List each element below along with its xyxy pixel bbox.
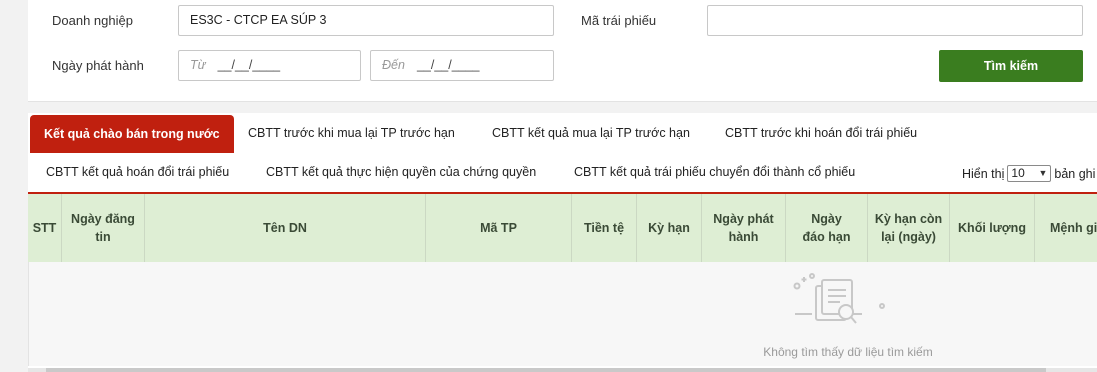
issue-date-label: Ngày phát hành (52, 58, 144, 73)
tab-domestic-offering-results[interactable]: Kết quả chào bán trong nước (30, 115, 234, 153)
tab-before-early-redemption[interactable]: CBTT trước khi mua lại TP trước hạn (248, 126, 455, 140)
company-input[interactable]: ES3C - CTCP EA SÚP 3 (178, 5, 554, 36)
page-size-prefix: Hiển thị (962, 166, 1005, 181)
tab-bond-swap-results[interactable]: CBTT kết quả hoán đổi trái phiếu (46, 165, 229, 179)
tab-convertible-bond-results[interactable]: CBTT kết quả trái phiếu chuyển đổi thành… (574, 165, 855, 179)
bond-code-label: Mã trái phiếu (581, 13, 657, 28)
column-header-currency: Tiền tệ (572, 194, 637, 262)
scrollbar-thumb[interactable] (46, 368, 1046, 372)
tab-early-redemption-results[interactable]: CBTT kết quả mua lại TP trước hạn (492, 126, 690, 140)
bond-code-input[interactable] (707, 5, 1083, 36)
column-header-stt: STT (28, 194, 62, 262)
table-header: STT Ngày đăng tin Tên DN Mã TP Tiền tệ K… (28, 194, 1097, 263)
column-header-term: Kỳ hạn (637, 194, 702, 262)
tab-before-bond-swap[interactable]: CBTT trước khi hoán đổi trái phiếu (725, 126, 917, 140)
company-label: Doanh nghiệp (52, 13, 133, 28)
column-header-remaining-term: Kỳ hạn còn lại (ngày) (868, 194, 950, 262)
column-header-face-value: Mệnh giá (1050, 221, 1097, 235)
page-size-control: Hiển thị 10 ▼ bản ghi (962, 165, 1095, 182)
page-size-suffix: bản ghi (1054, 166, 1096, 181)
empty-message: Không tìm thấy dữ liệu tìm kiếm (763, 345, 933, 359)
column-header-company: Tên DN (145, 194, 426, 262)
chevron-down-icon: ▼ (1038, 168, 1048, 178)
search-panel: Doanh nghiệp ES3C - CTCP EA SÚP 3 Mã trá… (28, 0, 1097, 102)
from-date-placeholder: Từ (190, 58, 206, 72)
column-header-post-date: Ngày đăng tin (62, 194, 145, 262)
search-button[interactable]: Tìm kiếm (939, 50, 1083, 82)
empty-document-icon (790, 268, 886, 333)
page-size-value: 10 (1011, 166, 1025, 180)
to-date-input[interactable]: Đến __/__/____ (370, 50, 554, 81)
tab-warrant-exercise-results[interactable]: CBTT kết quả thực hiện quyền của chứng q… (266, 165, 536, 179)
from-date-input[interactable]: Từ __/__/____ (178, 50, 361, 81)
results-panel: Kết quả chào bán trong nước CBTT trước k… (28, 113, 1097, 372)
column-header-bond-code: Mã TP (426, 194, 572, 262)
column-header-issue-date: Ngày phát hành (702, 194, 786, 262)
column-header-maturity-date: Ngày đáo hạn (786, 194, 868, 262)
column-header-volume: Khối lượng (950, 194, 1035, 262)
to-date-placeholder: Đến (382, 58, 405, 72)
from-date-mask: __/__/____ (217, 58, 281, 72)
to-date-mask: __/__/____ (416, 58, 480, 72)
horizontal-scrollbar[interactable] (28, 368, 1097, 372)
page-size-select[interactable]: 10 ▼ (1007, 165, 1052, 182)
